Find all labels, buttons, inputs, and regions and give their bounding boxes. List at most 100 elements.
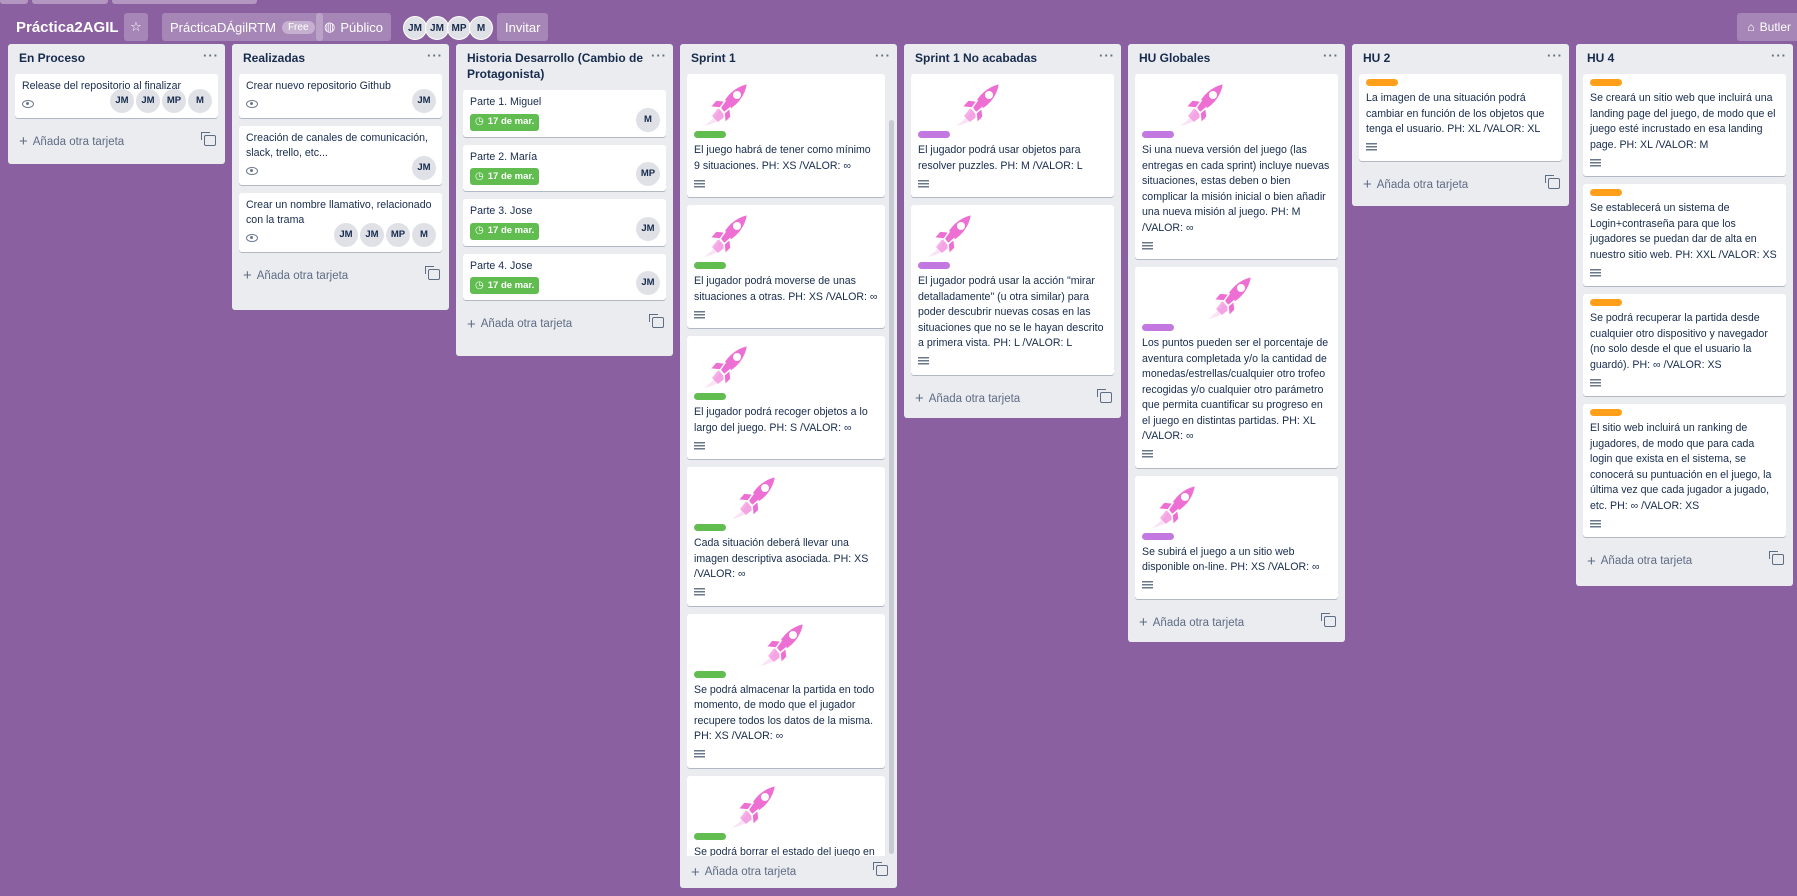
more-icon[interactable]: ··· <box>1547 48 1563 64</box>
card-label-purple[interactable] <box>1142 532 1174 540</box>
card[interactable]: Creación de canales de comunicación, sla… <box>239 125 442 185</box>
add-card-button[interactable]: + Añada otra tarjeta <box>904 383 1121 415</box>
add-card-button[interactable]: + Añada otra tarjeta <box>232 260 449 292</box>
list-header[interactable]: HU 4 ··· <box>1576 44 1793 74</box>
card-label-green[interactable] <box>694 131 726 138</box>
card[interactable]: El sitio web incluirá un ranking de juga… <box>1583 404 1786 537</box>
card[interactable]: Release del repositorio al finalizar JM JM… <box>15 74 218 118</box>
add-card-button[interactable]: + Añada otra tarjeta <box>1128 607 1345 639</box>
list-title[interactable]: HU 2 <box>1363 51 1390 65</box>
member-avatar[interactable]: MP <box>162 88 186 113</box>
card-label-green[interactable] <box>694 670 726 678</box>
card[interactable]: Se podrá almacenar la partida en todo mo… <box>687 613 885 768</box>
member-avatar[interactable]: JM <box>110 88 134 113</box>
list-header[interactable]: Historia Desarrollo (Cambio de Protagoni… <box>456 44 673 90</box>
board-member-avatar[interactable]: JM <box>403 16 427 40</box>
card-template-icon[interactable] <box>425 265 440 280</box>
board-title[interactable]: Práctica2AGIL <box>16 13 119 41</box>
add-card-button[interactable]: + Añada otra tarjeta <box>680 856 897 888</box>
list-header[interactable]: HU 2 ··· <box>1352 44 1569 74</box>
member-avatar[interactable]: M <box>636 107 660 132</box>
member-avatar[interactable]: JM <box>136 88 160 113</box>
list-header[interactable]: Sprint 1 ··· <box>680 44 897 74</box>
card[interactable]: Parte 3. Jose ◷ 17 de mar. JM <box>463 199 666 246</box>
card-label-green[interactable] <box>694 524 726 531</box>
card[interactable]: Se podrá recuperar la partida desde cual… <box>1583 294 1786 396</box>
list-header[interactable]: En Proceso ··· <box>8 44 225 74</box>
visibility-button[interactable]: ◍ Público <box>316 13 391 41</box>
list-header[interactable]: Realizadas ··· <box>232 44 449 74</box>
member-avatar[interactable]: JM <box>636 271 660 295</box>
card-template-icon[interactable] <box>201 131 216 146</box>
card-label-orange[interactable] <box>1590 79 1622 86</box>
more-icon[interactable]: ··· <box>651 48 667 64</box>
due-date-badge[interactable]: ◷ 17 de mar. <box>470 113 540 131</box>
list-title[interactable]: Sprint 1 <box>691 51 736 65</box>
card[interactable]: El juego habrá de tener como mínimo 9 si… <box>687 74 885 197</box>
card[interactable]: La imagen de una situación podrá cambiar… <box>1359 74 1562 161</box>
due-date-badge[interactable]: ◷ 17 de mar. <box>470 168 540 185</box>
due-date-badge[interactable]: ◷ 17 de mar. <box>470 222 540 240</box>
list-title[interactable]: Sprint 1 No acabadas <box>915 51 1037 65</box>
card-label-orange[interactable] <box>1590 299 1622 306</box>
more-icon[interactable]: ··· <box>427 48 443 64</box>
add-card-button[interactable]: + Añada otra tarjeta <box>456 308 673 340</box>
card-template-icon[interactable] <box>649 314 664 328</box>
card[interactable]: Crear un nombre llamativo, relacionado c… <box>239 192 442 252</box>
add-card-button[interactable]: + Añada otra tarjeta <box>1352 169 1569 201</box>
card-label-purple[interactable] <box>1142 324 1174 331</box>
member-avatar[interactable]: JM <box>334 222 358 247</box>
add-card-button[interactable]: + Añada otra tarjeta <box>1576 545 1793 577</box>
invite-button[interactable]: Invitar <box>497 13 549 41</box>
card-template-icon[interactable] <box>873 862 888 876</box>
more-icon[interactable]: ··· <box>1099 48 1115 64</box>
star-button[interactable]: ☆ <box>124 13 148 41</box>
member-avatar[interactable]: JM <box>412 88 436 113</box>
card[interactable]: Los puntos pueden ser el porcentaje de a… <box>1135 267 1338 468</box>
member-avatar[interactable]: M <box>412 222 436 247</box>
card-label-orange[interactable] <box>1590 189 1622 196</box>
card[interactable]: El jugador podrá recoger objetos a lo la… <box>687 336 885 459</box>
list-title[interactable]: En Proceso <box>19 51 85 65</box>
list-title[interactable]: Historia Desarrollo (Cambio de Protagoni… <box>467 51 643 81</box>
member-avatar[interactable]: JM <box>412 155 436 180</box>
card[interactable]: Si una nueva versión del juego (las entr… <box>1135 74 1338 259</box>
list-title[interactable]: HU 4 <box>1587 51 1614 65</box>
more-icon[interactable]: ··· <box>203 48 219 64</box>
more-icon[interactable]: ··· <box>1323 48 1339 64</box>
board-member-avatar[interactable]: M <box>469 16 493 40</box>
list-title[interactable]: HU Globales <box>1139 51 1210 65</box>
card[interactable]: El jugador podrá moverse de unas situaci… <box>687 205 885 328</box>
card-label-green[interactable] <box>694 262 726 269</box>
card[interactable]: El jugador podrá usar objetos para resol… <box>911 74 1114 197</box>
member-avatar[interactable]: JM <box>636 216 660 241</box>
card[interactable]: Se podrá borrar el estado del juego en t… <box>687 775 885 856</box>
card[interactable]: El jugador podrá usar la acción "mirar d… <box>911 205 1114 375</box>
member-avatar[interactable]: MP <box>386 222 410 247</box>
member-avatar[interactable]: MP <box>636 162 660 186</box>
card[interactable]: Cada situación deberá llevar una imagen … <box>687 467 885 606</box>
card-label-purple[interactable] <box>918 131 950 138</box>
card[interactable]: Se subirá el juego a un sitio web dispon… <box>1135 475 1338 599</box>
list-header[interactable]: HU Globales ··· <box>1128 44 1345 74</box>
card-label-purple[interactable] <box>918 262 950 269</box>
member-avatar[interactable]: JM <box>360 222 384 247</box>
card-label-green[interactable] <box>694 832 726 840</box>
add-card-button[interactable]: + Añada otra tarjeta <box>8 126 225 158</box>
card[interactable]: Parte 1. Miguel ◷ 17 de mar. M <box>463 90 666 137</box>
member-avatar[interactable]: M <box>188 88 212 113</box>
due-date-badge[interactable]: ◷ 17 de mar. <box>470 277 540 294</box>
more-icon[interactable]: ··· <box>875 48 891 64</box>
board-member-avatar[interactable]: MP <box>447 16 471 40</box>
card-template-icon[interactable] <box>1097 388 1112 403</box>
card[interactable]: Crear nuevo repositorio Github JM <box>239 74 442 118</box>
list-header[interactable]: Sprint 1 No acabadas ··· <box>904 44 1121 74</box>
card-label-purple[interactable] <box>1142 131 1174 138</box>
card-label-orange[interactable] <box>1366 79 1398 86</box>
board-member-avatar[interactable]: JM <box>425 16 449 40</box>
card-template-icon[interactable] <box>1545 174 1560 189</box>
list-title[interactable]: Realizadas <box>243 51 305 65</box>
list-scrollbar[interactable] <box>889 120 894 854</box>
butler-button[interactable]: ⌂ Butler <box>1737 13 1797 41</box>
more-icon[interactable]: ··· <box>1771 48 1787 64</box>
